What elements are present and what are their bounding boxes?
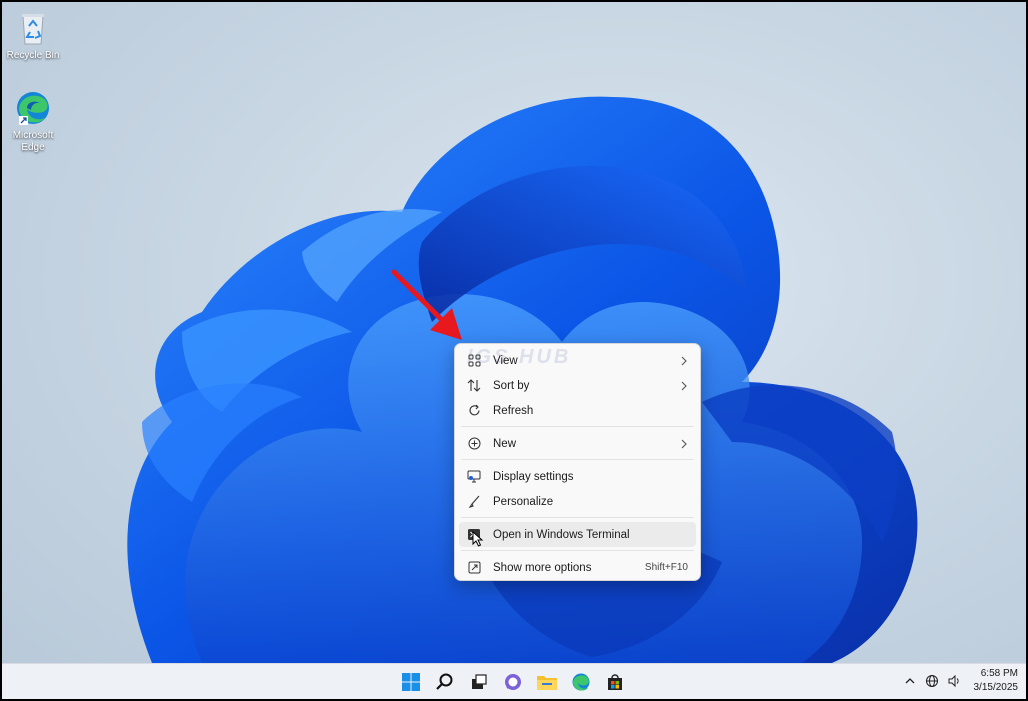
chevron-up-icon[interactable] bbox=[902, 673, 918, 689]
taskbar-clock[interactable]: 6:58 PM 3/15/2025 bbox=[974, 667, 1019, 695]
recycle-bin-icon bbox=[13, 8, 53, 48]
start-button[interactable] bbox=[397, 668, 425, 696]
chat-button[interactable] bbox=[499, 668, 527, 696]
menu-item-label: View bbox=[493, 354, 518, 367]
mouse-cursor-icon bbox=[472, 531, 484, 547]
menu-item-sort-by[interactable]: Sort by bbox=[459, 373, 696, 398]
volume-icon[interactable] bbox=[946, 673, 962, 689]
red-pointer-arrow-icon bbox=[391, 269, 462, 340]
display-settings-icon bbox=[467, 470, 481, 484]
chevron-right-icon bbox=[680, 439, 688, 449]
sort-icon bbox=[467, 379, 481, 393]
refresh-icon bbox=[467, 404, 481, 418]
file-explorer-button[interactable] bbox=[533, 668, 561, 696]
taskbar-apps bbox=[397, 668, 629, 696]
system-tray: 6:58 PM 3/15/2025 bbox=[902, 667, 1019, 695]
chat-icon bbox=[505, 674, 521, 690]
edge-icon bbox=[13, 88, 53, 128]
menu-item-shortcut: Shift+F10 bbox=[644, 562, 688, 573]
edge-taskbar-button[interactable] bbox=[567, 668, 595, 696]
menu-separator bbox=[461, 550, 694, 551]
task-view-icon bbox=[472, 674, 487, 689]
edge-icon bbox=[572, 673, 590, 691]
menu-item-display-settings[interactable]: Display settings bbox=[459, 464, 696, 489]
grid-view-icon bbox=[467, 354, 481, 368]
file-explorer-icon bbox=[537, 676, 557, 690]
more-options-icon bbox=[467, 561, 481, 575]
menu-item-label: New bbox=[493, 437, 517, 450]
menu-item-personalize[interactable]: Personalize bbox=[459, 489, 696, 514]
desktop[interactable]: Recycle Bin Microsoft Edge IGS HUB View bbox=[2, 2, 1026, 663]
menu-item-label: Display settings bbox=[493, 470, 574, 483]
start-icon bbox=[402, 673, 420, 691]
desktop-icon-edge[interactable]: Microsoft Edge bbox=[2, 88, 64, 154]
menu-item-label: Open in Windows Terminal bbox=[493, 528, 630, 541]
chevron-right-icon bbox=[680, 356, 688, 366]
desktop-icon-label: Microsoft Edge bbox=[12, 130, 54, 153]
menu-item-view[interactable]: View bbox=[459, 348, 696, 373]
search-icon bbox=[436, 673, 453, 690]
desktop-icon-label: Recycle Bin bbox=[6, 50, 60, 61]
desktop-icon-recycle-bin[interactable]: Recycle Bin bbox=[2, 8, 64, 62]
desktop-context-menu: IGS HUB View Sort by Refresh New Display… bbox=[454, 343, 701, 581]
menu-item-label: Sort by bbox=[493, 379, 530, 392]
menu-item-show-more-options[interactable]: Show more options Shift+F10 bbox=[459, 555, 696, 580]
store-button[interactable] bbox=[601, 668, 629, 696]
menu-separator bbox=[461, 517, 694, 518]
taskbar: 6:58 PM 3/15/2025 bbox=[2, 663, 1026, 699]
new-plus-icon bbox=[467, 437, 481, 451]
menu-item-open-in-windows-terminal[interactable]: Open in Windows Terminal bbox=[459, 522, 696, 547]
menu-item-label: Refresh bbox=[493, 404, 534, 417]
store-icon bbox=[608, 674, 622, 690]
menu-item-refresh[interactable]: Refresh bbox=[459, 398, 696, 423]
clock-date: 3/15/2025 bbox=[973, 682, 1019, 693]
menu-item-new[interactable]: New bbox=[459, 431, 696, 456]
search-button[interactable] bbox=[431, 668, 459, 696]
menu-item-label: Personalize bbox=[493, 495, 554, 508]
clock-time: 6:58 PM bbox=[980, 668, 1018, 679]
personalize-brush-icon bbox=[467, 495, 481, 509]
network-globe-icon[interactable] bbox=[924, 673, 940, 689]
chevron-right-icon bbox=[680, 381, 688, 391]
menu-separator bbox=[461, 426, 694, 427]
menu-item-label: Show more options bbox=[493, 561, 592, 574]
menu-separator bbox=[461, 459, 694, 460]
task-view-button[interactable] bbox=[465, 668, 493, 696]
